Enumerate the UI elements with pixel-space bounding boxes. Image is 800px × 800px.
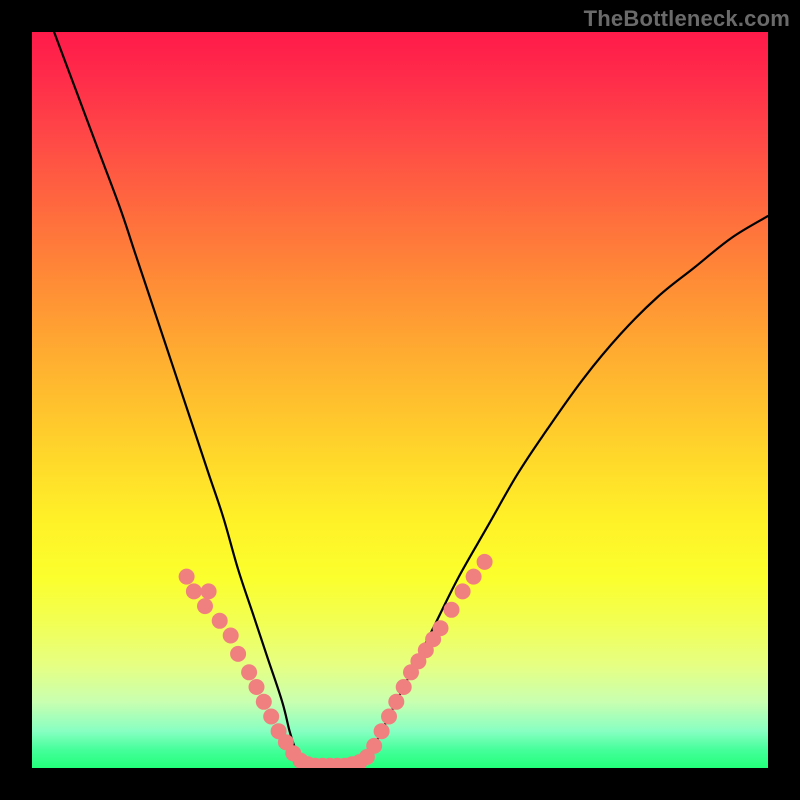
right-dot-cluster-dot xyxy=(396,679,412,695)
left-dot-cluster-dot xyxy=(241,664,257,680)
left-dot-cluster-dot xyxy=(201,583,217,599)
plot-area xyxy=(32,32,768,768)
left-dot-cluster-dot xyxy=(256,694,272,710)
right-dot-cluster-dot xyxy=(466,569,482,585)
bottleneck-curve xyxy=(54,32,768,768)
left-dot-cluster-dot xyxy=(249,679,265,695)
right-dot-cluster-dot xyxy=(455,583,471,599)
right-dot-cluster-dot xyxy=(444,602,460,618)
curve-layer xyxy=(54,32,768,768)
watermark-text: TheBottleneck.com xyxy=(584,6,790,32)
right-dot-cluster-dot xyxy=(366,738,382,754)
left-dot-cluster-dot xyxy=(230,646,246,662)
right-dot-cluster-dot xyxy=(433,620,449,636)
left-dot-cluster-dot xyxy=(197,598,213,614)
left-dot-cluster-dot xyxy=(223,628,239,644)
left-dot-cluster-dot xyxy=(179,569,195,585)
marker-layer xyxy=(179,554,493,768)
right-dot-cluster-dot xyxy=(477,554,493,570)
left-dot-cluster-dot xyxy=(263,709,279,725)
chart-svg xyxy=(32,32,768,768)
right-dot-cluster-dot xyxy=(374,723,390,739)
left-dot-cluster-dot xyxy=(186,583,202,599)
right-dot-cluster-dot xyxy=(381,709,397,725)
left-dot-cluster-dot xyxy=(212,613,228,629)
right-dot-cluster-dot xyxy=(388,694,404,710)
chart-frame: TheBottleneck.com xyxy=(0,0,800,800)
